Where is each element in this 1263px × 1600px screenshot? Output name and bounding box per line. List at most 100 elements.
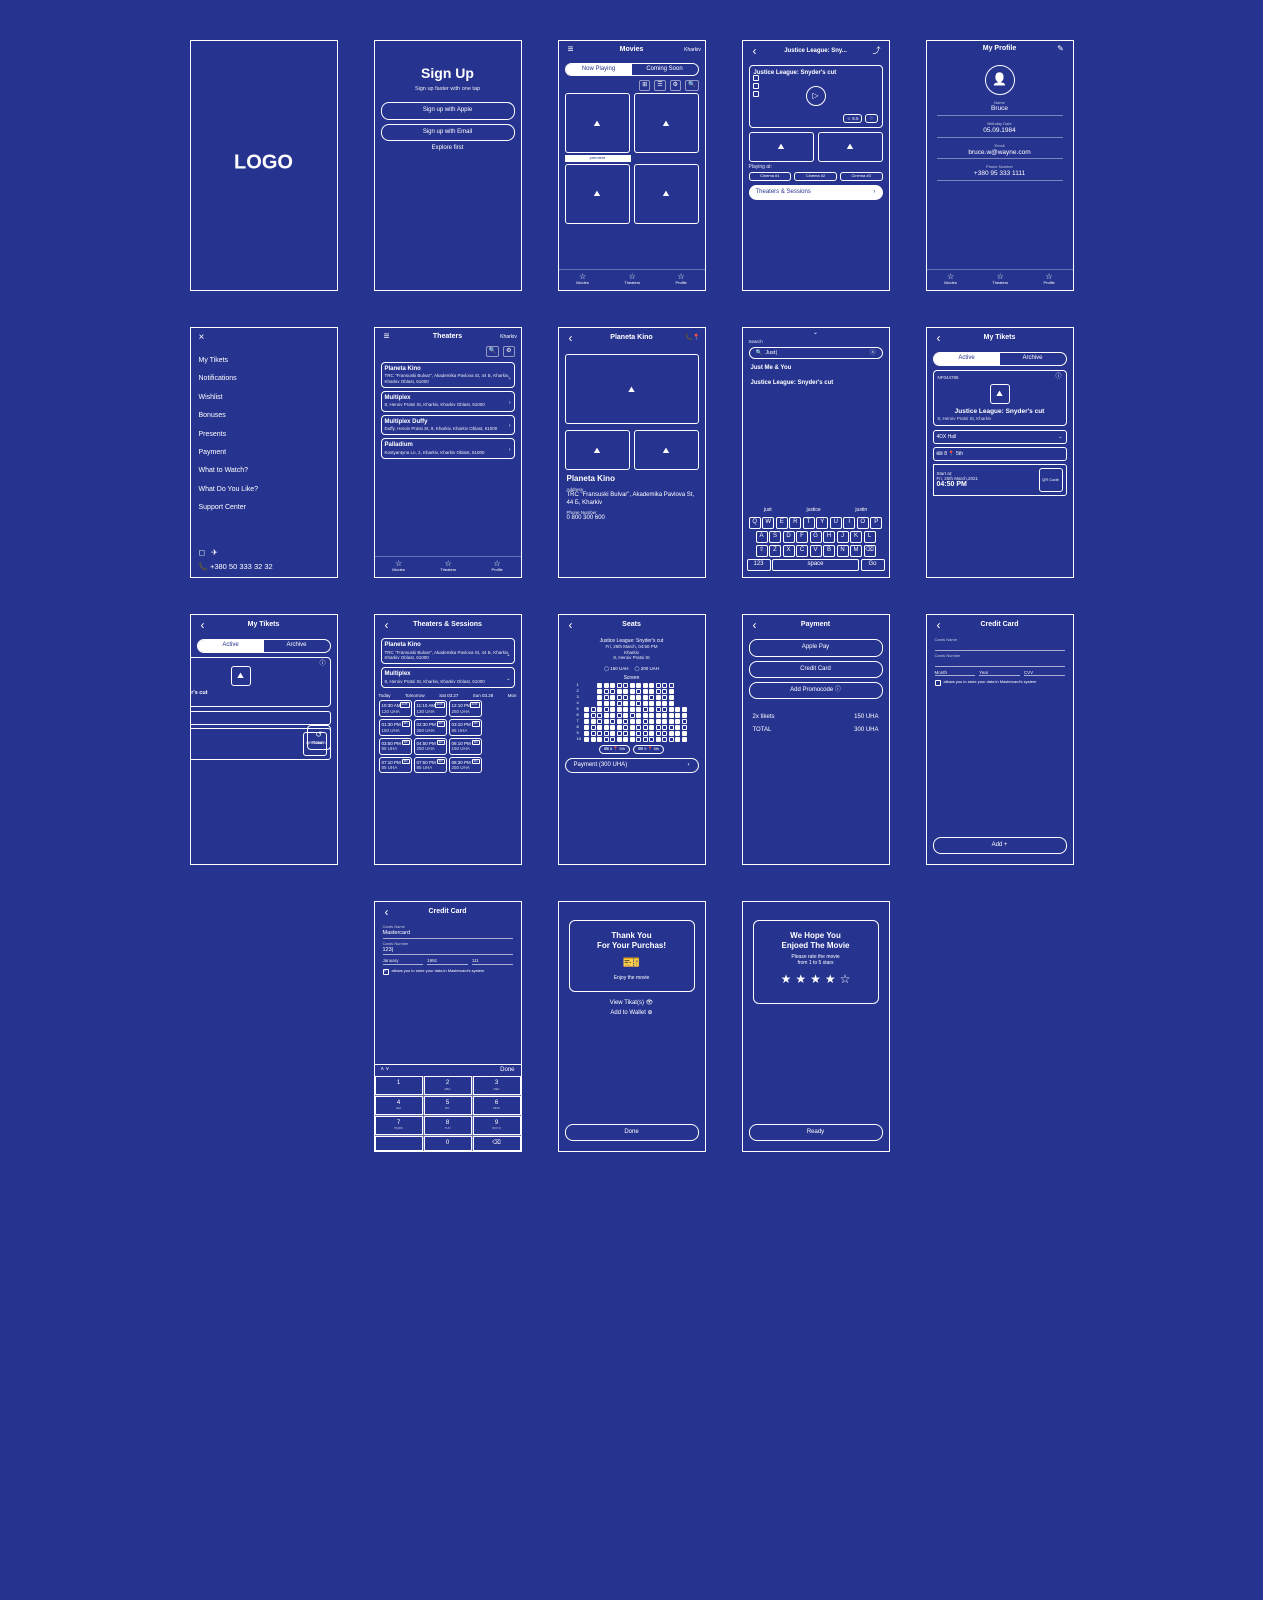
seat[interactable] bbox=[636, 737, 641, 742]
suggestion[interactable]: justice bbox=[806, 507, 820, 513]
seat[interactable] bbox=[617, 725, 622, 730]
chevron-down-icon[interactable]: ⌄ bbox=[743, 328, 889, 339]
session-cell[interactable]: 07:10 PM85 UHA3D bbox=[379, 757, 412, 774]
tab-theaters[interactable]: Theaters bbox=[624, 272, 640, 286]
done-button[interactable]: Done bbox=[565, 1124, 699, 1141]
seat[interactable] bbox=[669, 701, 674, 706]
avatar[interactable] bbox=[985, 65, 1015, 95]
star-icon[interactable] bbox=[810, 972, 821, 986]
seat[interactable] bbox=[584, 713, 589, 718]
movie-still[interactable] bbox=[749, 132, 814, 162]
seat[interactable] bbox=[630, 719, 635, 724]
seat[interactable] bbox=[617, 689, 622, 694]
seat[interactable] bbox=[623, 737, 628, 742]
seat[interactable] bbox=[662, 713, 667, 718]
instagram-icon[interactable]: ◻ bbox=[199, 548, 206, 558]
theater-card[interactable]: Planeta KinoTRC "Fransuski Bulvar", Akad… bbox=[381, 362, 515, 388]
tab-active[interactable]: Active bbox=[934, 353, 1000, 364]
seat[interactable] bbox=[649, 725, 654, 730]
seat[interactable] bbox=[610, 701, 615, 706]
city-label[interactable]: Kharkiv bbox=[686, 47, 700, 53]
seat[interactable] bbox=[669, 713, 674, 718]
tab-archive[interactable]: Archive bbox=[1000, 353, 1066, 364]
seat[interactable] bbox=[669, 731, 674, 736]
info-icon[interactable]: ⓘ bbox=[1055, 374, 1061, 381]
close-icon[interactable] bbox=[199, 332, 205, 344]
menu-item[interactable]: What to Watch? bbox=[199, 462, 329, 480]
thumb-icon[interactable] bbox=[753, 83, 759, 89]
seat-chip[interactable]: 🎟 8 📍 5th bbox=[599, 745, 630, 754]
seat[interactable] bbox=[610, 737, 615, 742]
cvv-input[interactable]: 111 bbox=[472, 958, 513, 963]
seat[interactable] bbox=[656, 713, 661, 718]
list-icon[interactable]: ☰ bbox=[654, 80, 665, 91]
star-icon[interactable] bbox=[840, 972, 851, 986]
seat[interactable] bbox=[682, 737, 687, 742]
seat[interactable] bbox=[636, 719, 641, 724]
seat[interactable] bbox=[610, 713, 615, 718]
movie-tabs[interactable]: Now Playing Coming Soon bbox=[565, 63, 699, 76]
seat[interactable] bbox=[649, 701, 654, 706]
seat[interactable] bbox=[617, 719, 622, 724]
edit-icon[interactable] bbox=[1054, 44, 1068, 54]
seat[interactable] bbox=[669, 737, 674, 742]
session-cell[interactable]: 01:30 PM150 UHA3D bbox=[379, 719, 412, 736]
seat[interactable] bbox=[604, 707, 609, 712]
ticket-card[interactable]: NF044785 ⓘ Justice League: Snyder's cut … bbox=[933, 370, 1067, 427]
tab-now-playing[interactable]: Now Playing bbox=[566, 64, 632, 75]
session-cell[interactable]: 07:50 PM85 UHA3D bbox=[414, 757, 447, 774]
year-input[interactable]: 1991 bbox=[427, 958, 468, 963]
seat[interactable] bbox=[630, 683, 635, 688]
card-name-input[interactable] bbox=[935, 643, 1065, 649]
seat[interactable] bbox=[623, 725, 628, 730]
ready-button[interactable]: Ready bbox=[749, 1124, 883, 1141]
map-icon[interactable]: 📍 bbox=[693, 335, 700, 342]
seat[interactable] bbox=[617, 707, 622, 712]
seat[interactable] bbox=[623, 707, 628, 712]
cinema-chip[interactable]: Cinema #1 bbox=[749, 172, 792, 181]
seat[interactable] bbox=[597, 737, 602, 742]
keyboard[interactable]: justjusticejustin QWERTYUIOP ASDFGHJKL ⇧… bbox=[743, 503, 889, 577]
seat[interactable] bbox=[610, 707, 615, 712]
seat[interactable] bbox=[675, 737, 680, 742]
theater-card[interactable]: Multiplex8, Heroiv Pratsi St, Kharkiv, K… bbox=[381, 667, 515, 688]
tab-theaters[interactable]: Theaters bbox=[992, 272, 1008, 286]
seat[interactable] bbox=[649, 719, 654, 724]
seat[interactable] bbox=[597, 725, 602, 730]
promocode-button[interactable]: Add Promocode ⓘ bbox=[749, 682, 883, 699]
back-icon[interactable] bbox=[564, 618, 578, 632]
seat[interactable] bbox=[649, 695, 654, 700]
seat[interactable] bbox=[643, 737, 648, 742]
seat[interactable] bbox=[662, 695, 667, 700]
menu-item[interactable]: Bonuses bbox=[199, 407, 329, 425]
seat[interactable] bbox=[636, 725, 641, 730]
search-icon[interactable]: 🔍 bbox=[685, 80, 698, 91]
clear-icon[interactable]: ⓧ bbox=[870, 350, 876, 357]
tab-movies[interactable]: Movies bbox=[576, 272, 589, 286]
session-cell[interactable]: 10:30 AM120 UHA4DX bbox=[379, 700, 412, 717]
signup-email-button[interactable]: Sign up with Email bbox=[381, 124, 515, 141]
seat[interactable] bbox=[662, 731, 667, 736]
seat[interactable] bbox=[643, 731, 648, 736]
seat[interactable] bbox=[656, 707, 661, 712]
search-icon[interactable]: 🔍 bbox=[486, 346, 499, 357]
seat[interactable] bbox=[656, 701, 661, 706]
seat[interactable] bbox=[669, 719, 674, 724]
menu-item[interactable]: What Do You Like? bbox=[199, 481, 329, 499]
add-card-button[interactable]: Add + bbox=[933, 837, 1067, 854]
seat[interactable] bbox=[604, 719, 609, 724]
seat[interactable] bbox=[630, 701, 635, 706]
seat[interactable] bbox=[630, 707, 635, 712]
seat[interactable] bbox=[656, 719, 661, 724]
seat[interactable] bbox=[591, 731, 596, 736]
city-label[interactable]: Kharkiv bbox=[502, 334, 516, 340]
tab-theaters[interactable]: Theaters bbox=[440, 559, 456, 573]
seat[interactable] bbox=[643, 689, 648, 694]
star-icon[interactable] bbox=[781, 972, 792, 986]
seat[interactable] bbox=[591, 707, 596, 712]
seat[interactable] bbox=[623, 689, 628, 694]
seat[interactable] bbox=[591, 725, 596, 730]
seat[interactable] bbox=[669, 707, 674, 712]
seat[interactable] bbox=[636, 701, 641, 706]
seat[interactable] bbox=[662, 707, 667, 712]
